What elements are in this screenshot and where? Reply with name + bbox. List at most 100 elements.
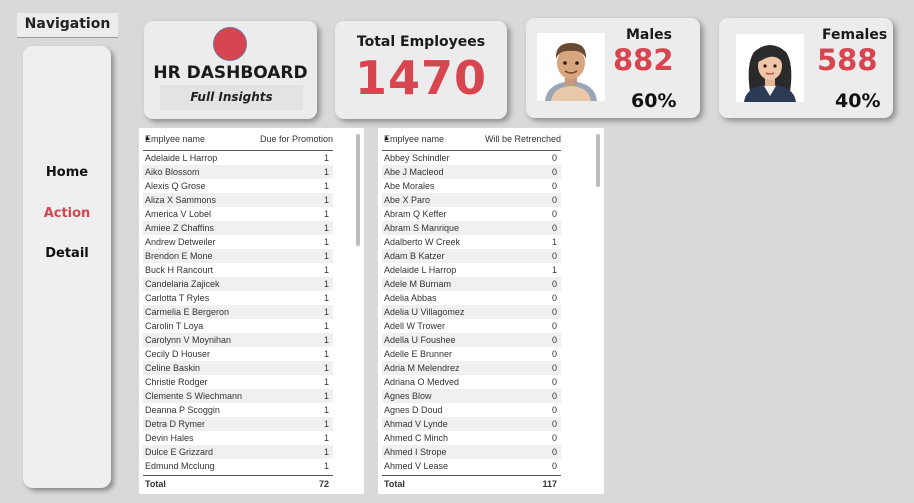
value-cell: 1 xyxy=(323,419,329,429)
value-cell: 1 xyxy=(323,209,329,219)
table-row[interactable]: Christie Rodger 1 xyxy=(143,375,333,389)
column-header-will-be-retrenched[interactable]: Will be Retrenched xyxy=(485,133,561,145)
table-row[interactable]: Ahmad V Lynde 0 xyxy=(382,417,561,431)
females-label: Females xyxy=(822,27,888,43)
promotion-table-body: Adelaide L Harrop 1 Aiko Blossom 1 Alexis Q … xyxy=(143,151,333,473)
dashboard-title: HR DASHBOARD xyxy=(153,63,308,83)
nav-detail-button[interactable]: Detail xyxy=(23,246,111,261)
employee-name-cell: Christie Rodger xyxy=(145,377,208,387)
table-row[interactable]: Cecily D Houser 1 xyxy=(143,347,333,361)
employee-name-cell: Agnes Blow xyxy=(384,391,432,401)
employee-name-cell: Abbey Schindler xyxy=(384,153,450,163)
table-row[interactable]: Adelaide L Harrop 1 xyxy=(382,263,561,277)
employee-name-cell: Ahmed V Lease xyxy=(384,461,449,471)
table-row[interactable]: Devin Hales 1 xyxy=(143,431,333,445)
column-header-employee-name[interactable]: Emplyee name xyxy=(384,133,444,145)
table-row[interactable]: Adam B Katzer 0 xyxy=(382,249,561,263)
table-row[interactable]: Carolynn V Moynihan 1 xyxy=(143,333,333,347)
value-cell: 0 xyxy=(551,251,557,261)
table-row[interactable]: Deanna P Scoggin 1 xyxy=(143,403,333,417)
table-row[interactable]: Adelia Abbas 0 xyxy=(382,291,561,305)
value-cell: 1 xyxy=(551,237,557,247)
value-cell: 1 xyxy=(323,335,329,345)
table-row[interactable]: Abram Q Keffer 0 xyxy=(382,207,561,221)
table-row[interactable]: Detra D Rymer 1 xyxy=(143,417,333,431)
employee-name-cell: Carlotta T Ryles xyxy=(145,293,210,303)
value-cell: 1 xyxy=(323,363,329,373)
sort-ascending-icon[interactable]: ▲ xyxy=(383,133,390,145)
table-row[interactable]: Adella U Foushee 0 xyxy=(382,333,561,347)
nav-home-button[interactable]: Home xyxy=(23,165,111,180)
dashboard-subtitle: Full Insights xyxy=(160,85,303,110)
value-cell: 0 xyxy=(551,461,557,471)
table-row[interactable]: Carmelia E Bergeron 1 xyxy=(143,305,333,319)
value-cell: 1 xyxy=(323,167,329,177)
column-header-due-for-promotion[interactable]: Due for Promotion xyxy=(260,133,333,145)
table-row[interactable]: Adelaide L Harrop 1 xyxy=(143,151,333,165)
retrench-table-scrollbar[interactable] xyxy=(596,134,600,187)
logo-circle-icon xyxy=(213,27,247,61)
retrench-table-header: Emplyee name Will be Retrenched ▲ xyxy=(382,133,561,151)
sort-ascending-icon[interactable]: ▲ xyxy=(144,133,151,145)
retrench-table-total: Total 117 xyxy=(382,475,561,492)
table-row[interactable]: Carolin T Loya 1 xyxy=(143,319,333,333)
table-row[interactable]: Dulce E Grizzard 1 xyxy=(143,445,333,459)
table-row[interactable]: Adelle E Brunner 0 xyxy=(382,347,561,361)
value-cell: 0 xyxy=(551,307,557,317)
table-row[interactable]: Clemente S Wiechmann 1 xyxy=(143,389,333,403)
table-row[interactable]: Edmund Mcclung 1 xyxy=(143,459,333,473)
employee-name-cell: Celine Baskin xyxy=(145,363,201,373)
employee-name-cell: Ahmed I Strope xyxy=(384,447,447,457)
column-header-employee-name[interactable]: Emplyee name xyxy=(145,133,205,145)
table-row[interactable]: Abbey Schindler 0 xyxy=(382,151,561,165)
value-cell: 0 xyxy=(551,181,557,191)
table-row[interactable]: Abe Morales 0 xyxy=(382,179,561,193)
table-row[interactable]: Buck H Rancourt 1 xyxy=(143,263,333,277)
value-cell: 1 xyxy=(551,265,557,275)
table-row[interactable]: Agnes Blow 0 xyxy=(382,389,561,403)
table-row[interactable]: Aiko Blossom 1 xyxy=(143,165,333,179)
table-row[interactable]: Carlotta T Ryles 1 xyxy=(143,291,333,305)
table-row[interactable]: Brendon E Mone 1 xyxy=(143,249,333,263)
table-row[interactable]: Adalberto W Creek 1 xyxy=(382,235,561,249)
table-row[interactable]: Ahmed C Minch 0 xyxy=(382,431,561,445)
table-row[interactable]: Ahmed I Strope 0 xyxy=(382,445,561,459)
value-cell: 1 xyxy=(323,195,329,205)
table-row[interactable]: Alexis Q Grose 1 xyxy=(143,179,333,193)
employee-name-cell: Carolin T Loya xyxy=(145,321,204,331)
total-label: Total xyxy=(384,479,405,489)
retrench-table: Emplyee name Will be Retrenched ▲ Abbey … xyxy=(378,128,604,494)
employee-name-cell: Adalberto W Creek xyxy=(384,237,461,247)
table-row[interactable]: Celine Baskin 1 xyxy=(143,361,333,375)
males-card: Males 882 60% xyxy=(526,18,700,118)
employee-name-cell: Cecily D Houser xyxy=(145,349,211,359)
table-row[interactable]: America V Lobel 1 xyxy=(143,207,333,221)
table-row[interactable]: Adelia U Villagomez 0 xyxy=(382,305,561,319)
promotion-table-scrollbar[interactable] xyxy=(356,134,360,246)
table-row[interactable]: Andrew Detweiler 1 xyxy=(143,235,333,249)
value-cell: 0 xyxy=(551,447,557,457)
table-row[interactable]: Adriana O Medved 0 xyxy=(382,375,561,389)
table-row[interactable]: Ahmed V Lease 0 xyxy=(382,459,561,473)
table-row[interactable]: Adell W Trower 0 xyxy=(382,319,561,333)
employee-name-cell: Abram Q Keffer xyxy=(384,209,447,219)
value-cell: 0 xyxy=(551,433,557,443)
table-row[interactable]: Aliza X Sammons 1 xyxy=(143,193,333,207)
nav-action-button[interactable]: Action xyxy=(23,206,111,221)
table-row[interactable]: Candelaria Zajicek 1 xyxy=(143,277,333,291)
table-row[interactable]: Adria M Melendrez 0 xyxy=(382,361,561,375)
table-row[interactable]: Agnes D Doud 0 xyxy=(382,403,561,417)
value-cell: 1 xyxy=(323,377,329,387)
table-row[interactable]: Abe J Macleod 0 xyxy=(382,165,561,179)
navigation-title: Navigation xyxy=(17,13,118,38)
value-cell: 1 xyxy=(323,321,329,331)
table-row[interactable]: Amiee Z Chaffins 1 xyxy=(143,221,333,235)
table-row[interactable]: Adele M Burnam 0 xyxy=(382,277,561,291)
value-cell: 0 xyxy=(551,419,557,429)
value-cell: 0 xyxy=(551,195,557,205)
females-card: Females 588 40% xyxy=(719,18,893,118)
males-percentage: 60% xyxy=(631,90,677,112)
promotion-table-header: Emplyee name Due for Promotion ▲ xyxy=(143,133,333,151)
table-row[interactable]: Abe X Paro 0 xyxy=(382,193,561,207)
table-row[interactable]: Abram S Manrique 0 xyxy=(382,221,561,235)
